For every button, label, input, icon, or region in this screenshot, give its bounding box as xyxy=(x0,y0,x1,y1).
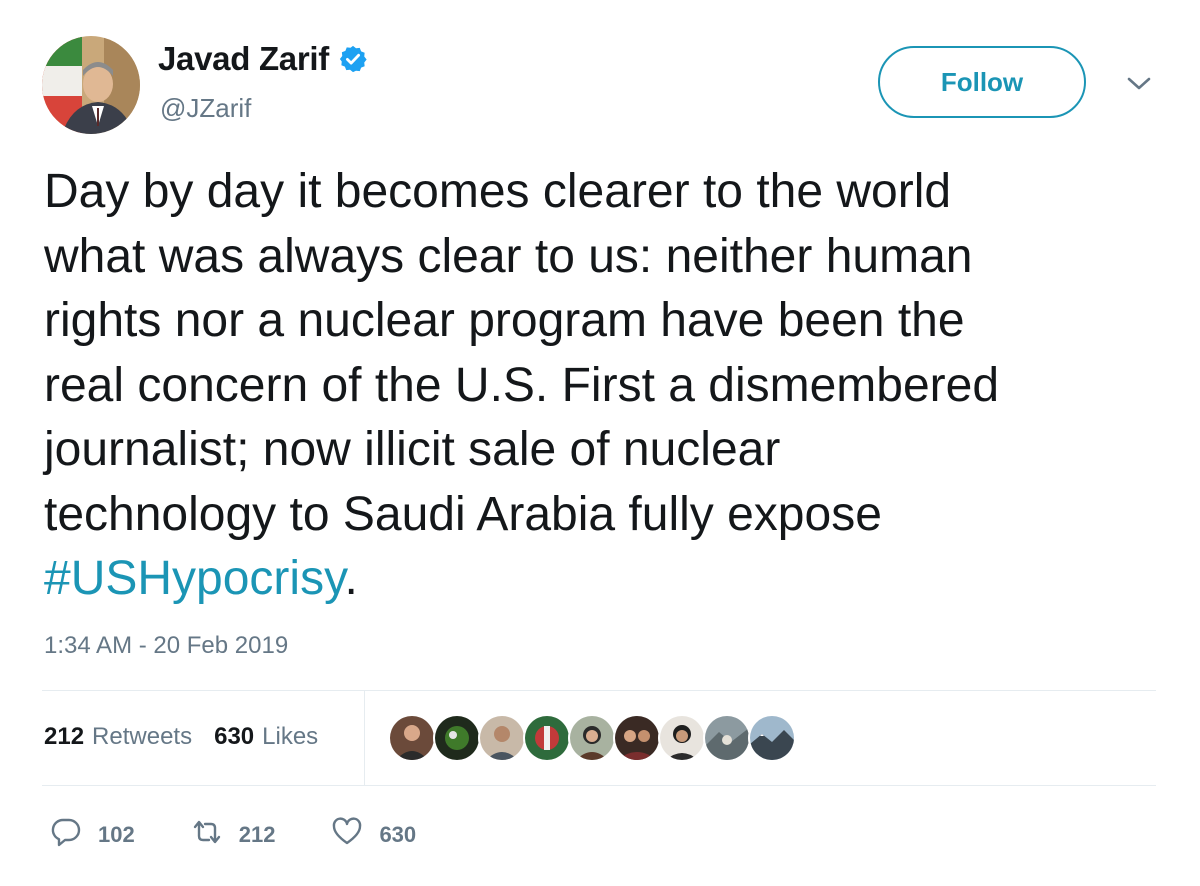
divider xyxy=(364,690,365,785)
retweets-count: 212 xyxy=(44,723,85,750)
liker-avatar[interactable] xyxy=(478,714,526,762)
likes-count: 630 xyxy=(214,723,255,750)
liker-avatar[interactable] xyxy=(433,714,481,762)
divider xyxy=(42,690,1156,691)
tweet-card: Javad Zarif @JZarif Follow Day by day it… xyxy=(0,0,1200,886)
name-row: Javad Zarif xyxy=(158,40,368,78)
verified-badge-icon xyxy=(338,44,368,74)
heart-icon xyxy=(331,816,363,853)
liker-avatar[interactable] xyxy=(703,714,751,762)
tweet-stats: 212 Retweets 630 Likes xyxy=(44,723,340,751)
liker-avatar[interactable] xyxy=(568,714,616,762)
retweets-stat[interactable]: 212 Retweets xyxy=(44,723,192,751)
tweet-line: rights nor a nuclear program have been t… xyxy=(44,294,965,347)
tweet-trailing-punctuation: . xyxy=(344,552,358,605)
tweet-line: what was always clear to us: neither hum… xyxy=(44,229,973,283)
like-count: 630 xyxy=(379,821,417,847)
follow-button[interactable]: Follow xyxy=(878,46,1086,118)
chevron-down-icon[interactable] xyxy=(1124,74,1154,94)
avatar[interactable] xyxy=(42,36,140,134)
likers-avatars xyxy=(388,714,796,762)
liker-avatar[interactable] xyxy=(613,714,661,762)
tweet-line: journalist; now illicit sale of nuclear xyxy=(44,423,781,476)
tweet-line: Day by day it becomes clearer to the wor… xyxy=(44,165,952,218)
liker-avatar[interactable] xyxy=(388,714,436,762)
liker-avatar[interactable] xyxy=(748,714,796,762)
avatar-photo xyxy=(42,36,140,134)
liker-avatar[interactable] xyxy=(658,714,706,762)
tweet-timestamp[interactable]: 1:34 AM - 20 Feb 2019 xyxy=(44,632,288,660)
likes-stat[interactable]: 630 Likes xyxy=(214,723,318,751)
display-name[interactable]: Javad Zarif xyxy=(158,40,329,78)
tweet-line: real concern of the U.S. First a dismemb… xyxy=(44,358,1000,412)
divider xyxy=(42,785,1156,786)
retweet-count: 212 xyxy=(238,821,276,847)
retweet-icon xyxy=(191,816,223,853)
like-action[interactable]: 630 xyxy=(331,816,416,853)
likes-label: Likes xyxy=(262,723,319,750)
retweet-action[interactable]: 212 xyxy=(191,816,276,853)
reply-action[interactable]: 102 xyxy=(50,816,135,853)
tweet-text: Day by day it becomes clearer to the wor… xyxy=(44,160,1184,612)
liker-avatar[interactable] xyxy=(523,714,571,762)
tweet-line: technology to Saudi Arabia fully expose xyxy=(44,487,882,541)
tweet-actions: 102 212 630 xyxy=(50,816,472,853)
hashtag-link[interactable]: #USHypocrisy xyxy=(44,552,345,605)
reply-icon xyxy=(50,816,82,853)
reply-count: 102 xyxy=(98,821,135,847)
retweets-label: Retweets xyxy=(92,723,193,750)
user-handle[interactable]: @JZarif xyxy=(160,93,251,124)
